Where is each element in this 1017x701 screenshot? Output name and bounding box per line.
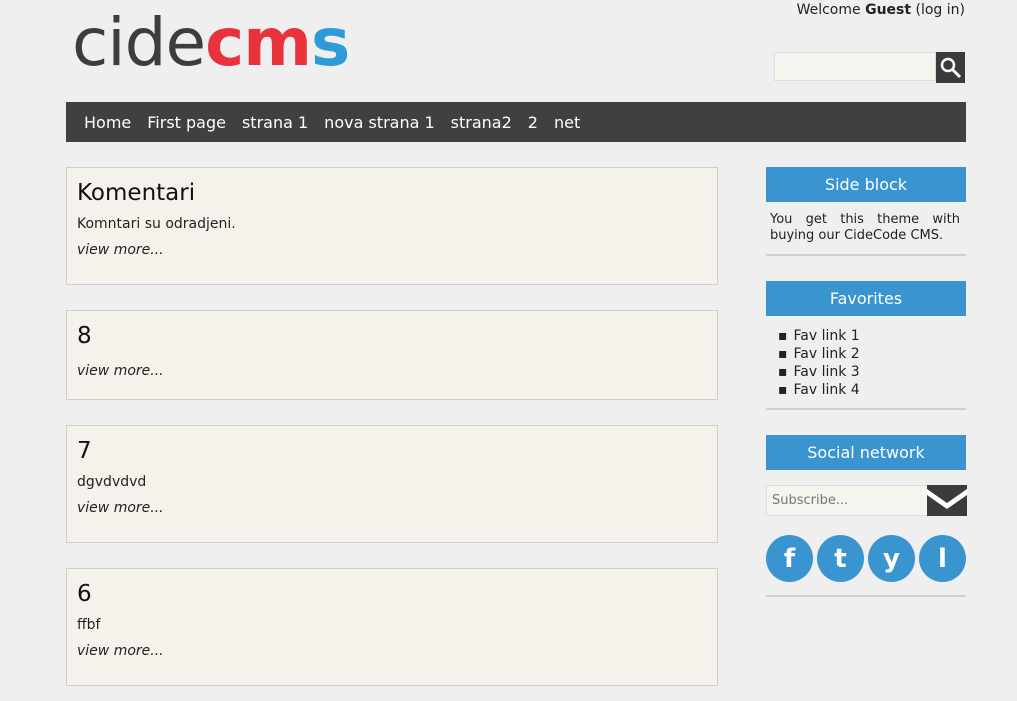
post-card: 8 view more... (66, 310, 718, 400)
mail-icon (927, 485, 967, 516)
search-icon (940, 57, 961, 78)
twitter-icon[interactable]: t (817, 535, 864, 582)
post-excerpt: ffbf (77, 617, 101, 633)
divider (766, 595, 966, 597)
post-card: 7 dgvdvdvd view more... (66, 425, 718, 543)
nav-net[interactable]: net (546, 113, 588, 132)
favorites-list: Fav link 1 Fav link 2 Fav link 3 Fav lin… (778, 327, 860, 399)
side-block-heading: Side block (766, 167, 966, 202)
fav-link[interactable]: Fav link 3 (778, 363, 860, 381)
nav-nova-strana-1[interactable]: nova strana 1 (316, 113, 443, 132)
view-more-link[interactable]: view more... (77, 363, 707, 379)
logo-part-s: s (311, 4, 350, 81)
logo-part-cm: cm (205, 4, 312, 81)
search-button[interactable] (936, 52, 965, 83)
post-title[interactable]: 7 (77, 436, 707, 466)
view-more-link[interactable]: view more... (77, 242, 707, 258)
nav-home[interactable]: Home (76, 113, 139, 132)
post-excerpt: dgvdvdvd (77, 474, 147, 490)
post-excerpt: Komntari su odradjeni. (77, 216, 236, 232)
linkedin-icon[interactable]: l (919, 535, 966, 582)
site-logo[interactable]: cidecms (72, 4, 350, 82)
welcome-bar: Welcome Guest (log in) (797, 2, 965, 18)
nav-2[interactable]: 2 (520, 113, 546, 132)
divider (766, 408, 966, 410)
post-card: 6 ffbf view more... (66, 568, 718, 686)
divider (766, 254, 966, 256)
facebook-icon[interactable]: f (766, 535, 813, 582)
fav-link[interactable]: Fav link 2 (778, 345, 860, 363)
post-title[interactable]: 6 (77, 579, 707, 609)
logo-part-cide: cide (72, 4, 206, 81)
main-nav: Home First page strana 1 nova strana 1 s… (66, 102, 966, 142)
fav-link[interactable]: Fav link 4 (778, 381, 860, 399)
post-card: Komentari Komntari su odradjeni. view mo… (66, 167, 718, 285)
fav-link[interactable]: Fav link 1 (778, 327, 860, 345)
social-heading: Social network (766, 435, 966, 470)
social-icons: f t y l (766, 535, 966, 582)
view-more-link[interactable]: view more... (77, 500, 707, 516)
username: Guest (865, 2, 912, 18)
search-input[interactable] (774, 52, 936, 81)
post-title[interactable]: Komentari (77, 178, 707, 208)
subscribe-button[interactable] (927, 485, 967, 516)
nav-strana-1[interactable]: strana 1 (234, 113, 316, 132)
login-link[interactable]: (log in) (916, 2, 965, 18)
nav-strana2[interactable]: strana2 (443, 113, 520, 132)
youtube-icon[interactable]: y (868, 535, 915, 582)
subscribe-input[interactable] (766, 485, 928, 516)
side-block-text: You get this theme with buying our CideC… (770, 212, 960, 243)
favorites-heading: Favorites (766, 281, 966, 316)
view-more-link[interactable]: view more... (77, 643, 707, 659)
post-title[interactable]: 8 (77, 321, 707, 351)
nav-first-page[interactable]: First page (139, 113, 234, 132)
welcome-text: Welcome (796, 2, 861, 18)
